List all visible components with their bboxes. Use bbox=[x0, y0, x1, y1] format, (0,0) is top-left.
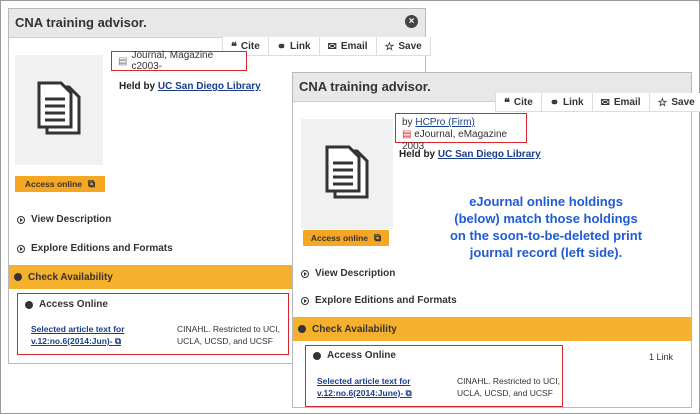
external-link-icon: ⧉ bbox=[114, 336, 122, 346]
article-link[interactable]: Selected article text for v.12:no.6(2014… bbox=[31, 323, 125, 347]
external-link-icon: ⧉ bbox=[88, 178, 96, 190]
envelope-icon: ✉ bbox=[600, 96, 610, 109]
journal-icon: ▤ bbox=[118, 55, 128, 67]
explore-editions[interactable]: Explore Editions and Formats bbox=[301, 295, 457, 306]
expanded-icon bbox=[14, 273, 22, 281]
held-library-link[interactable]: UC San Diego Library bbox=[158, 81, 261, 92]
close-icon[interactable]: × bbox=[405, 15, 418, 28]
view-description[interactable]: View Description bbox=[17, 214, 111, 225]
expand-icon bbox=[301, 296, 309, 305]
document-icon bbox=[37, 81, 81, 135]
expanded-icon bbox=[298, 325, 306, 333]
article-link[interactable]: Selected article text for v.12:no.6(2014… bbox=[317, 375, 412, 399]
link-count: 1 Link bbox=[649, 352, 674, 362]
link-icon: ⚭ bbox=[549, 96, 560, 109]
annotation-note: eJournal online holdings (below) match t… bbox=[449, 194, 643, 260]
check-availability-bar[interactable]: Check Availability bbox=[293, 317, 691, 341]
expand-icon bbox=[17, 215, 25, 224]
link-icon: ⚭ bbox=[276, 40, 287, 53]
explore-editions[interactable]: Explore Editions and Formats bbox=[17, 243, 173, 254]
ejournal-icon: ▤ bbox=[402, 129, 412, 140]
check-availability-bar[interactable]: Check Availability bbox=[9, 265, 309, 289]
left-toolbar: ❝ Cite ⚭ Link ✉ Email ☆ Save bbox=[222, 37, 431, 56]
collapse-icon bbox=[25, 300, 33, 309]
access-online-heading[interactable]: Access Online bbox=[25, 299, 108, 310]
cite-button[interactable]: ❝ Cite bbox=[496, 93, 542, 112]
link-button[interactable]: ⚭ Link bbox=[541, 93, 593, 112]
star-icon: ☆ bbox=[384, 40, 395, 53]
format-label: by HCPro (Firm) ▤ eJournal, eMagazine 20… bbox=[395, 113, 527, 152]
held-by: Held by UC San Diego Library bbox=[119, 81, 261, 92]
email-button[interactable]: ✉ Email bbox=[319, 37, 377, 56]
external-link-icon: ⧉ bbox=[374, 232, 382, 244]
view-description[interactable]: View Description bbox=[301, 268, 395, 279]
expand-icon bbox=[17, 244, 25, 253]
right-window-title: CNA training advisor. bbox=[299, 79, 431, 94]
left-titlebar: CNA training advisor. × bbox=[9, 9, 425, 38]
access-online-button[interactable]: Access online ⧉ bbox=[15, 176, 105, 192]
cover-thumbnail bbox=[301, 119, 393, 229]
held-by: Held by UC San Diego Library bbox=[399, 149, 541, 160]
publisher-link[interactable]: HCPro (Firm) bbox=[415, 117, 474, 128]
save-button[interactable]: ☆ Save bbox=[649, 93, 700, 112]
held-library-link[interactable]: UC San Diego Library bbox=[438, 149, 541, 160]
quote-icon: ❝ bbox=[504, 96, 510, 109]
star-icon: ☆ bbox=[657, 96, 668, 109]
link-button[interactable]: ⚭ Link bbox=[268, 37, 320, 56]
right-toolbar: ❝ Cite ⚭ Link ✉ Email ☆ Save bbox=[495, 93, 700, 112]
left-window-title: CNA training advisor. bbox=[15, 15, 147, 30]
coverage-note: CINAHL. Restricted to UCI, UCLA, UCSD, a… bbox=[177, 324, 280, 346]
format-label: ▤ Journal, Magazine c2003- bbox=[111, 50, 247, 72]
document-icon bbox=[325, 145, 369, 199]
coverage-note: CINAHL. Restricted to UCI, UCLA, UCSD, a… bbox=[457, 376, 560, 398]
save-button[interactable]: ☆ Save bbox=[376, 37, 431, 56]
expand-icon bbox=[301, 269, 309, 278]
external-link-icon: ⧉ bbox=[405, 388, 412, 398]
access-online-button[interactable]: Access online ⧉ bbox=[303, 230, 389, 246]
email-button[interactable]: ✉ Email bbox=[592, 93, 650, 112]
cover-thumbnail bbox=[15, 55, 103, 165]
envelope-icon: ✉ bbox=[327, 40, 337, 53]
